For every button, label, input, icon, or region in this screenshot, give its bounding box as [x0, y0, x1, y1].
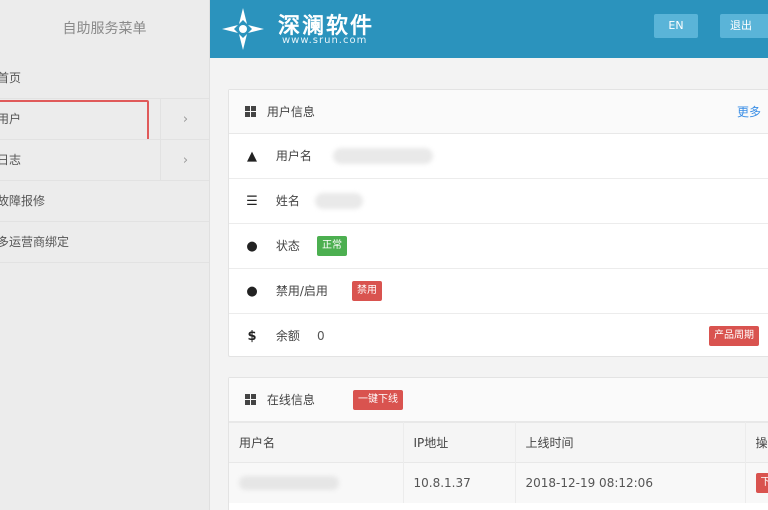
grid-icon	[245, 394, 256, 405]
sidebar: 自助服务菜单 首页 用户 › 日志 › 故障报修 多运营商绑定	[0, 0, 210, 510]
language-button[interactable]: EN	[654, 14, 698, 38]
sidebar-item-label: 日志	[0, 153, 22, 167]
force-offline-button[interactable]: 一键下线	[353, 390, 403, 410]
sidebar-item-label: 多运营商绑定	[0, 235, 70, 249]
disable-button[interactable]: 禁用	[352, 281, 382, 301]
logout-button[interactable]: 退出	[720, 14, 768, 38]
balance-row: $ 余额 0 产品周期	[229, 314, 768, 359]
online-time-cell: 2018-12-19 08:12:06	[515, 462, 746, 503]
column-header: 上线时间	[515, 422, 746, 463]
username-row: ▲ 用户名	[229, 134, 768, 179]
balance-label: 余额	[275, 329, 300, 343]
dollar-icon: $	[247, 329, 257, 344]
balance-value: 0	[317, 329, 325, 343]
panel-header: 用户信息 更多	[229, 90, 768, 134]
sidebar-title: 自助服务菜单	[62, 21, 147, 37]
brand-url: www.srun.com	[282, 35, 368, 46]
sidebar-item-home[interactable]: 首页	[0, 58, 209, 99]
table-row: 10.8.1.37 2018-12-19 08:12:06 下	[229, 462, 768, 503]
status-icon: ●	[246, 239, 258, 254]
column-header: 用户名	[229, 422, 404, 463]
offline-action-button[interactable]: 下	[755, 472, 768, 493]
chevron-right-icon[interactable]: ›	[160, 99, 209, 139]
username-cell	[229, 462, 404, 503]
column-header: 操	[745, 422, 768, 463]
panel-title: 在线信息	[266, 393, 315, 407]
action-cell: 下	[745, 462, 768, 503]
more-link[interactable]: 更多	[737, 90, 761, 134]
status-label: 状态	[275, 239, 300, 253]
name-value-redacted	[315, 193, 363, 209]
top-header: 深澜软件 www.srun.com EN 退出	[210, 0, 768, 58]
sidebar-item-label: 首页	[0, 71, 22, 85]
column-header: IP地址	[403, 422, 516, 463]
user-icon: ▲	[247, 149, 257, 164]
list-icon: ☰	[246, 194, 258, 209]
sidebar-item-label: 用户	[0, 112, 22, 126]
status-badge: 正常	[317, 236, 347, 256]
online-info-panel: 在线信息 一键下线 用户名 IP地址 上线时间 操 10.8.1.37 2018…	[228, 377, 768, 510]
logo-mark-icon	[222, 8, 264, 50]
ip-cell: 10.8.1.37	[403, 462, 516, 503]
status-row: ● 状态 正常	[229, 224, 768, 269]
panel-header: 在线信息 一键下线	[229, 378, 768, 422]
table-header-row: 用户名 IP地址 上线时间 操	[229, 422, 768, 463]
name-label: 姓名	[275, 194, 300, 208]
sidebar-item-repair[interactable]: 故障报修	[0, 181, 209, 222]
sidebar-item-label: 故障报修	[0, 194, 46, 208]
name-row: ☰ 姓名	[229, 179, 768, 224]
sidebar-item-user[interactable]: 用户 ›	[0, 99, 209, 140]
username-value-redacted	[239, 476, 339, 490]
sidebar-item-multi-isp[interactable]: 多运营商绑定	[0, 222, 209, 263]
panel-title: 用户信息	[266, 105, 315, 119]
username-value-redacted	[333, 148, 433, 164]
toggle-label: 禁用/启用	[275, 284, 328, 298]
power-icon: ●	[246, 284, 258, 299]
grid-icon	[245, 106, 256, 117]
chevron-right-icon[interactable]: ›	[160, 140, 209, 180]
user-info-panel: 用户信息 更多 ▲ 用户名 ☰ 姓名 ● 状态 正常 ● 禁用/启用 禁用 $ …	[228, 89, 768, 357]
online-table: 用户名 IP地址 上线时间 操 10.8.1.37 2018-12-19 08:…	[229, 422, 768, 503]
product-period-button[interactable]: 产品周期	[709, 326, 759, 346]
sidebar-item-log[interactable]: 日志 ›	[0, 140, 209, 181]
username-label: 用户名	[275, 149, 312, 163]
toggle-row: ● 禁用/启用 禁用	[229, 269, 768, 314]
